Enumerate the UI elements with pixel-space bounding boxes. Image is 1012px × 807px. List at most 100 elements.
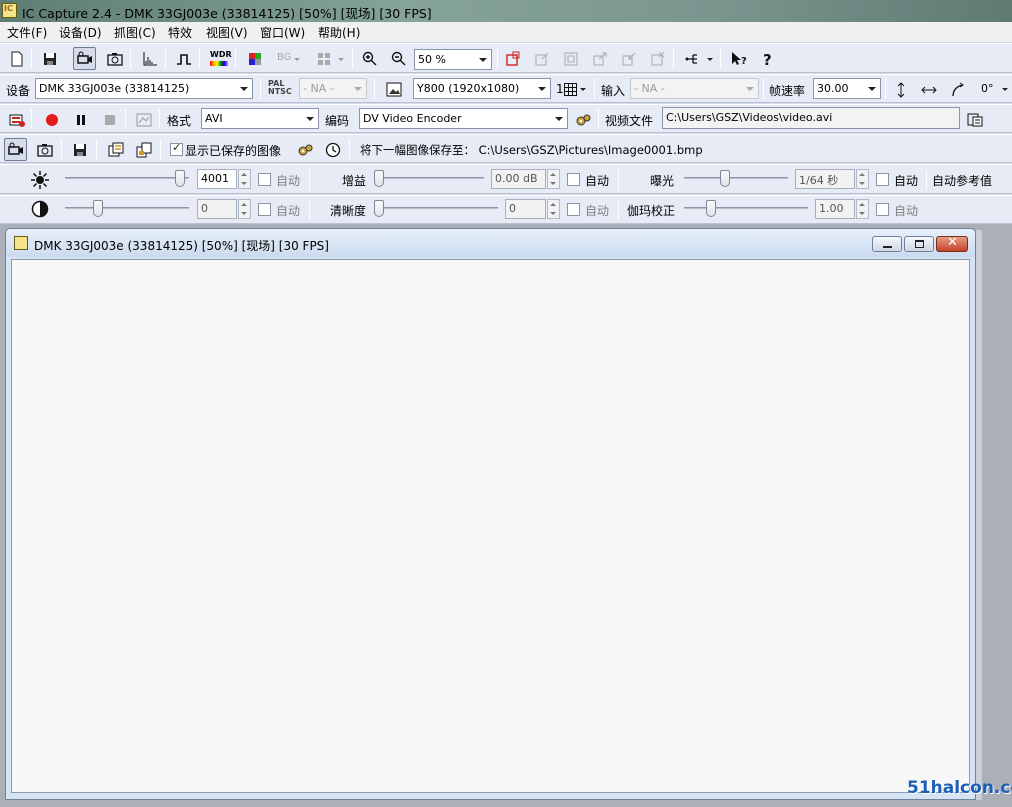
- browse-video-file-button[interactable]: [963, 108, 986, 131]
- brightness-auto-checkbox[interactable]: [258, 173, 271, 186]
- brightness-spin-buttons[interactable]: [238, 169, 251, 189]
- frame-filter-button[interactable]: [132, 108, 155, 131]
- brightness-value[interactable]: 4001: [197, 169, 237, 189]
- gain-slider-thumb[interactable]: [374, 170, 384, 187]
- menu-effects[interactable]: 特效: [168, 24, 192, 41]
- roi-delete-button[interactable]: [646, 47, 669, 70]
- exposure-spin-buttons[interactable]: [856, 169, 869, 189]
- rotation-select[interactable]: 0°: [975, 78, 1011, 101]
- record-button[interactable]: [40, 108, 63, 131]
- wdr-button[interactable]: WDR: [207, 47, 232, 70]
- roi-export-button[interactable]: [588, 47, 611, 70]
- snapshot-button[interactable]: [103, 47, 126, 70]
- record-settings-button[interactable]: [5, 108, 28, 131]
- browse-icon: [967, 113, 983, 127]
- zoom-out-button[interactable]: [387, 47, 410, 70]
- roi-edit-button[interactable]: [530, 47, 553, 70]
- fps-select[interactable]: 30.00: [813, 78, 881, 99]
- zoom-select[interactable]: 50 %: [414, 49, 492, 70]
- roi-import-button[interactable]: [617, 47, 640, 70]
- gamma-spin-buttons[interactable]: [856, 199, 869, 219]
- restore-button[interactable]: [904, 236, 934, 252]
- stop-button[interactable]: [98, 108, 121, 131]
- snap-image-button[interactable]: [33, 138, 56, 161]
- sharpness-value[interactable]: 0: [505, 199, 546, 219]
- bg-button[interactable]: BG: [272, 47, 302, 70]
- sharpness-spin-buttons[interactable]: [547, 199, 560, 219]
- histogram-button[interactable]: [138, 47, 161, 70]
- zoom-in-button[interactable]: [358, 47, 381, 70]
- menu-help[interactable]: 帮助(H): [318, 24, 360, 41]
- timer-button[interactable]: [321, 138, 344, 161]
- svg-text:?: ?: [763, 51, 772, 67]
- network-button[interactable]: [681, 47, 715, 70]
- gain-slider-track[interactable]: [374, 177, 484, 179]
- menu-capture[interactable]: 抓图(C): [114, 24, 156, 41]
- exposure-value[interactable]: 1/64 秒: [795, 169, 855, 189]
- sharpness-auto-checkbox[interactable]: [567, 203, 580, 216]
- binning-button[interactable]: 1: [554, 78, 590, 101]
- exposure-slider-track[interactable]: [684, 177, 788, 179]
- brightness-slider-thumb[interactable]: [175, 170, 185, 187]
- capture-settings-button[interactable]: [293, 138, 316, 161]
- contrast-spin-buttons[interactable]: [238, 199, 251, 219]
- save-image-button[interactable]: [68, 138, 91, 161]
- new-button[interactable]: [5, 47, 28, 70]
- gain-value[interactable]: 0.00 dB: [491, 169, 546, 189]
- menu-view[interactable]: 视图(V): [206, 24, 248, 41]
- save-button[interactable]: [38, 47, 61, 70]
- gamma-auto-checkbox[interactable]: [876, 203, 889, 216]
- sharpness-slider-thumb[interactable]: [374, 200, 384, 217]
- live-video-icon: [8, 142, 23, 155]
- live-video-button[interactable]: [73, 47, 96, 70]
- copy-image-button[interactable]: [132, 138, 155, 161]
- save-sequence-button[interactable]: [104, 138, 127, 161]
- gamma-value[interactable]: 1.00: [815, 199, 855, 219]
- show-saved-images-checkbox[interactable]: [170, 141, 183, 156]
- sharpness-slider-track[interactable]: [374, 207, 498, 209]
- video-display[interactable]: [11, 259, 970, 793]
- menu-window[interactable]: 窗口(W): [260, 24, 305, 41]
- gamma-slider-track[interactable]: [684, 207, 808, 209]
- gamma-slider-thumb[interactable]: [706, 200, 716, 217]
- flip-horizontal-button[interactable]: [917, 78, 940, 101]
- close-button[interactable]: ✕: [936, 235, 968, 252]
- grid-button[interactable]: [312, 47, 346, 70]
- rotate-button[interactable]: [946, 78, 969, 101]
- pause-button[interactable]: [69, 108, 92, 131]
- contrast-auto-checkbox[interactable]: [258, 203, 271, 216]
- color-button[interactable]: [243, 47, 266, 70]
- brightness-slider-track[interactable]: [65, 177, 189, 179]
- codec-properties-button[interactable]: [571, 108, 594, 131]
- gain-spin-buttons[interactable]: [547, 169, 560, 189]
- flip-vertical-button[interactable]: [889, 78, 912, 101]
- record-format-select[interactable]: AVI: [201, 108, 319, 129]
- codec-select[interactable]: DV Video Encoder: [359, 108, 568, 129]
- input-select[interactable]: - NA -: [630, 78, 759, 99]
- child-title-bar[interactable]: DMK 33GJ003e (33814125) [50%] [现场] [30 F…: [6, 229, 975, 257]
- fps-label: 帧速率: [769, 84, 806, 98]
- roi-button[interactable]: [501, 47, 524, 70]
- minimize-button[interactable]: [872, 236, 902, 252]
- exposure-slider-thumb[interactable]: [720, 170, 730, 187]
- contrast-value[interactable]: 0: [197, 199, 237, 219]
- record-format-value: AVI: [205, 112, 223, 125]
- whats-this-button[interactable]: ?: [727, 47, 750, 70]
- video-format-select[interactable]: Y800 (1920x1080): [413, 78, 551, 99]
- device-select[interactable]: DMK 33GJ003e (33814125): [35, 78, 253, 99]
- chevron-down-icon: [338, 58, 344, 61]
- live-mode-button[interactable]: [4, 138, 27, 161]
- exposure-auto-checkbox[interactable]: [876, 173, 889, 186]
- menu-device[interactable]: 设备(D): [59, 24, 102, 41]
- contrast-slider-thumb[interactable]: [93, 200, 103, 217]
- video-file-path[interactable]: C:\Users\GSZ\Videos\video.avi: [662, 107, 960, 129]
- exposure-auto-label: 自动: [894, 174, 919, 188]
- roi-center-button[interactable]: [559, 47, 582, 70]
- gain-auto-checkbox[interactable]: [567, 173, 580, 186]
- trigger-button[interactable]: [172, 47, 195, 70]
- contrast-slider-track[interactable]: [65, 207, 189, 209]
- help-button[interactable]: ?: [756, 47, 779, 70]
- zoom-value: 50 %: [418, 53, 446, 66]
- menu-file[interactable]: 文件(F): [7, 24, 47, 41]
- video-standard-select[interactable]: - NA -: [299, 78, 367, 99]
